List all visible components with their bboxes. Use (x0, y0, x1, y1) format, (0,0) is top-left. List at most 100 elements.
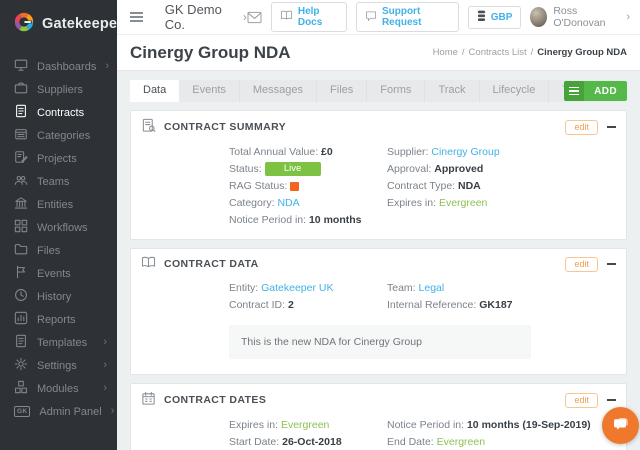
contract-id-value: 2 (288, 299, 294, 311)
edit-button[interactable]: edit (565, 120, 598, 135)
chevron-right-icon: › (626, 11, 630, 23)
edit-button[interactable]: edit (565, 257, 598, 272)
edit-button[interactable]: edit (565, 393, 598, 408)
gatekeeper-logo-icon (13, 11, 35, 36)
company-switcher[interactable]: GK Demo Co. › (165, 2, 247, 32)
sidebar-item-reports[interactable]: Reports (0, 308, 117, 331)
sidebar-item-teams[interactable]: Teams (0, 170, 117, 193)
sidebar-item-entities[interactable]: Entities (0, 193, 117, 216)
team-link[interactable]: Legal (419, 282, 445, 294)
gk-badge-icon: GK (14, 406, 30, 417)
breadcrumb-contracts-list[interactable]: Contracts List (469, 47, 527, 58)
chat-bubble-icon (611, 415, 630, 437)
category-link[interactable]: NDA (277, 197, 299, 209)
support-request-button[interactable]: Support Request (356, 2, 459, 32)
sidebar-menu: Dashboards › Suppliers Contracts Categor… (0, 46, 117, 423)
chevron-right-icon: › (103, 337, 107, 348)
notice-period: 10 months (309, 214, 362, 226)
chevron-right-icon: › (103, 360, 107, 371)
contract-dates-card: CONTRACT DATES edit Expires in: Evergree… (130, 383, 627, 450)
menu-toggle-icon[interactable] (130, 9, 143, 24)
breadcrumb-current: Cinergy Group NDA (537, 47, 627, 58)
supplier-link[interactable]: Cinergy Group (431, 146, 499, 158)
currency-button[interactable]: GBP (468, 6, 522, 29)
sidebar-item-projects[interactable]: Projects (0, 147, 117, 170)
clock-icon (14, 288, 28, 305)
sidebar-item-settings[interactable]: Settings › (0, 354, 117, 377)
breadcrumb-home[interactable]: Home (433, 47, 458, 58)
calendar-icon (141, 391, 156, 409)
sidebar-item-categories[interactable]: Categories (0, 124, 117, 147)
expires-in-value: Evergreen (281, 419, 329, 431)
chevron-right-icon: › (111, 406, 115, 417)
brand-logo[interactable]: Gatekeeper (0, 0, 117, 46)
people-icon (14, 173, 28, 190)
title-bar: Cinergy Group NDA Home / Contracts List … (117, 35, 640, 71)
total-annual-value: £0 (321, 146, 333, 158)
top-bar: GK Demo Co. › Help Docs Support Request … (117, 0, 640, 35)
book-icon (280, 10, 293, 24)
collapse-icon[interactable] (607, 263, 616, 266)
speech-bubble-icon (365, 10, 377, 25)
monitor-icon (14, 58, 28, 75)
page-title: Cinergy Group NDA (130, 43, 291, 63)
chat-launcher-button[interactable] (602, 407, 639, 444)
document-icon (14, 104, 28, 121)
card-title: CONTRACT DATES (164, 394, 266, 406)
tab-messages[interactable]: Messages (240, 80, 317, 102)
sidebar-item-admin-panel[interactable]: GK Admin Panel › (0, 400, 117, 423)
end-date-value: Evergreen (437, 436, 485, 448)
card-title: CONTRACT SUMMARY (164, 121, 286, 133)
sidebar-item-contracts[interactable]: Contracts (0, 101, 117, 124)
sidebar-item-events[interactable]: Events (0, 262, 117, 285)
template-document-icon (14, 334, 28, 351)
contract-note: This is the new NDA for Cinergy Group (229, 325, 531, 359)
approval-value: Approved (434, 163, 483, 175)
open-book-icon (141, 256, 156, 272)
chevron-right-icon: › (105, 61, 109, 72)
help-docs-button[interactable]: Help Docs (271, 2, 347, 32)
tab-forms[interactable]: Forms (367, 80, 425, 102)
tab-data[interactable]: Data (130, 80, 179, 102)
sidebar-item-files[interactable]: Files (0, 239, 117, 262)
grid-icon (14, 219, 28, 236)
collapse-icon[interactable] (607, 399, 616, 402)
cubes-icon (14, 380, 28, 397)
main-area: GK Demo Co. › Help Docs Support Request … (117, 0, 640, 450)
start-date-value: 26-Oct-2018 (282, 436, 342, 448)
flag-icon (14, 265, 28, 282)
user-menu[interactable]: Ross O'Donovan › (530, 5, 630, 29)
tab-track[interactable]: Track (425, 80, 479, 102)
collapse-icon[interactable] (607, 126, 616, 129)
briefcase-icon (14, 81, 28, 98)
sidebar-item-dashboards[interactable]: Dashboards › (0, 55, 117, 78)
tab-events[interactable]: Events (179, 80, 240, 102)
notice-period-value: 10 months (19-Sep-2019) (467, 419, 591, 431)
add-button[interactable]: ADD (564, 81, 627, 101)
sidebar-item-templates[interactable]: Templates › (0, 331, 117, 354)
chart-icon (14, 311, 28, 328)
chevron-right-icon: › (103, 383, 107, 394)
folder-icon (14, 242, 28, 259)
sidebar: Gatekeeper Dashboards › Suppliers Contra… (0, 0, 117, 450)
list-icon (564, 81, 584, 101)
sidebar-item-workflows[interactable]: Workflows (0, 216, 117, 239)
internal-reference-value: GK187 (479, 299, 512, 311)
sidebar-item-modules[interactable]: Modules › (0, 377, 117, 400)
expires-in-value: Evergreen (439, 197, 487, 209)
sidebar-item-history[interactable]: History (0, 285, 117, 308)
sidebar-item-suppliers[interactable]: Suppliers (0, 78, 117, 101)
document-search-icon (141, 118, 156, 136)
avatar (530, 7, 547, 27)
tab-bar: Data Events Messages Files Forms Track L… (130, 81, 627, 102)
bank-icon (14, 196, 28, 213)
tab-lifecycle[interactable]: Lifecycle (480, 80, 550, 102)
content-area: Data Events Messages Files Forms Track L… (117, 71, 640, 450)
gear-icon (14, 357, 28, 374)
entity-link[interactable]: Gatekeeper UK (261, 282, 333, 294)
brand-name: Gatekeeper (42, 16, 123, 32)
status-badge: Live (265, 162, 321, 177)
doc-pencil-icon (14, 150, 28, 167)
tab-files[interactable]: Files (317, 80, 367, 102)
mail-icon[interactable] (247, 11, 262, 24)
